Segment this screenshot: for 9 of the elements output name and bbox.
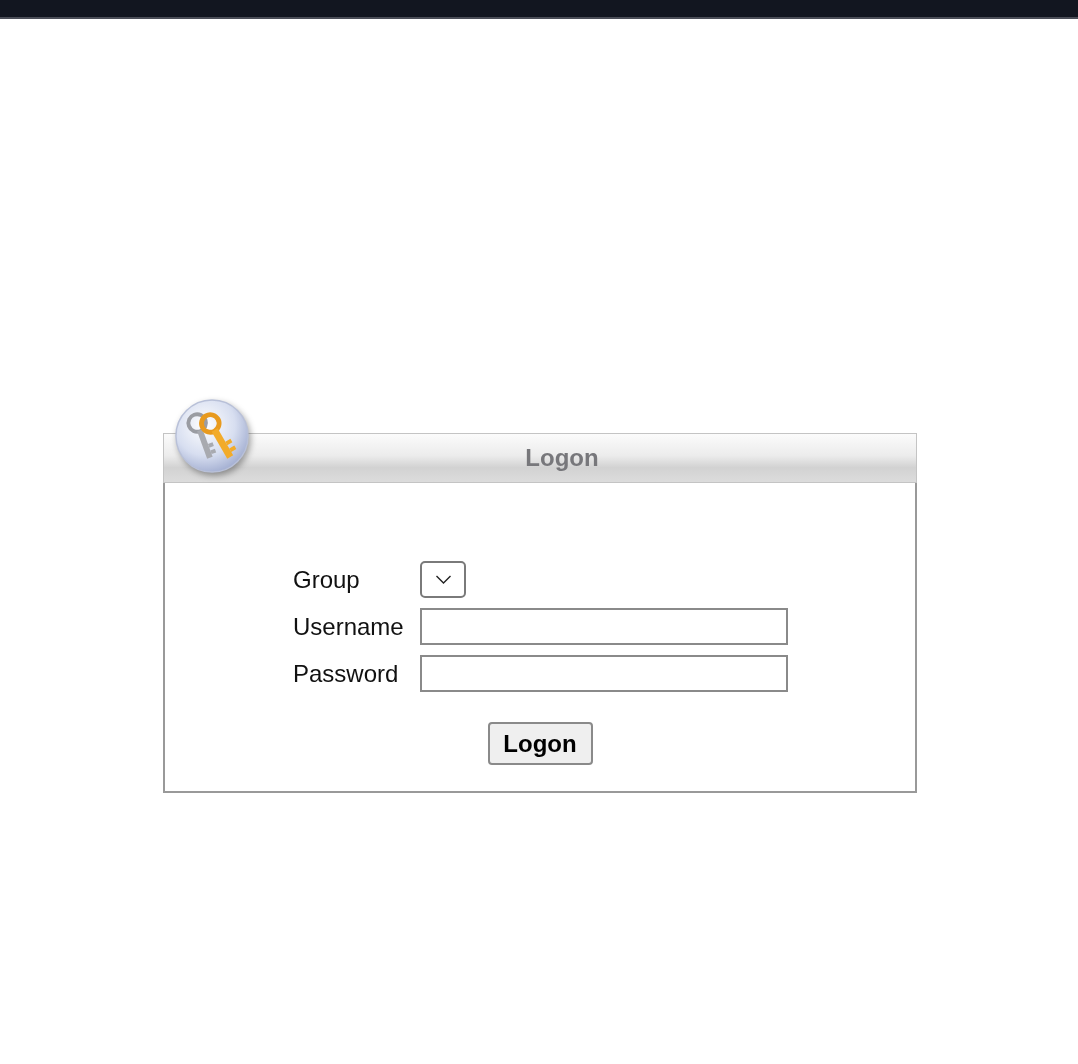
logon-button[interactable]: Logon: [487, 722, 593, 765]
chevron-down-icon: [434, 575, 452, 584]
password-field[interactable]: [420, 655, 788, 692]
username-field[interactable]: [420, 608, 788, 645]
field-label: Username: [293, 612, 405, 641]
field-label: Password: [293, 659, 400, 688]
group-dropdown[interactable]: [420, 561, 466, 598]
panel-title: Logon: [525, 444, 599, 472]
field-label: Group: [293, 565, 361, 594]
